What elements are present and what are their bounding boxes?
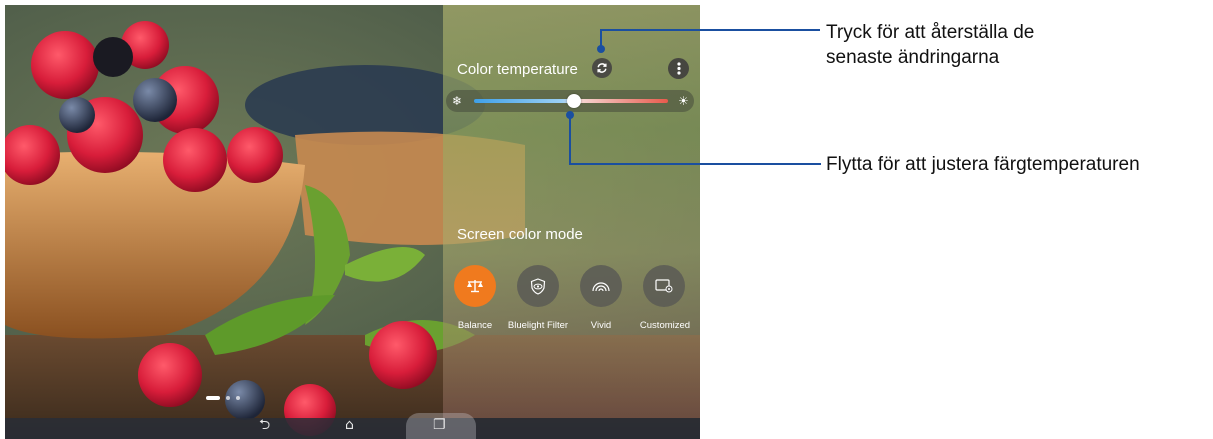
mode-customized-button[interactable]	[643, 265, 685, 307]
rainbow-icon	[592, 282, 610, 292]
page-indicator-dot	[236, 396, 240, 400]
snowflake-icon: ❄	[452, 94, 463, 108]
slider-thumb[interactable]	[567, 94, 581, 108]
callout-adjust-vertical	[569, 114, 571, 164]
more-vertical-icon	[676, 62, 681, 75]
page-indicator-current	[206, 396, 220, 400]
eye-shield-icon	[530, 277, 546, 295]
more-options-button[interactable]	[668, 58, 689, 79]
mode-label-balance: Balance	[457, 320, 493, 331]
color-temperature-label: Color temperature	[457, 61, 578, 78]
callout-adjust-text: Flytta för att justera färgtemperaturen	[826, 154, 1140, 175]
mode-label-vivid: Vivid	[590, 320, 612, 331]
callout-reset-horizontal	[600, 29, 820, 31]
reset-button[interactable]	[592, 58, 612, 78]
page-indicator-dot	[226, 396, 230, 400]
back-icon[interactable]: ⮌	[259, 415, 270, 435]
mode-balance-button[interactable]	[454, 265, 496, 307]
recent-apps-icon[interactable]: ❐	[433, 415, 446, 435]
mode-vivid-button[interactable]	[580, 265, 622, 307]
callout-adjust-dot	[566, 111, 574, 119]
home-icon[interactable]: ⌂	[345, 415, 354, 435]
screen-color-mode-label: Screen color mode	[457, 226, 583, 243]
mode-label-bluelight-filter: Bluelight Filter	[507, 320, 569, 331]
scale-icon	[467, 280, 483, 293]
callout-reset-dot	[597, 45, 605, 53]
callout-adjust-horizontal	[569, 163, 821, 165]
sun-icon: ☀	[678, 94, 689, 108]
mode-bluelight-filter-button[interactable]	[517, 265, 559, 307]
refresh-icon	[597, 63, 607, 73]
mode-label-customized: Customized	[639, 320, 691, 331]
custom-screen-icon	[655, 279, 673, 293]
callout-reset-text: Tryck för att återställa de senaste ändr…	[826, 22, 1035, 68]
